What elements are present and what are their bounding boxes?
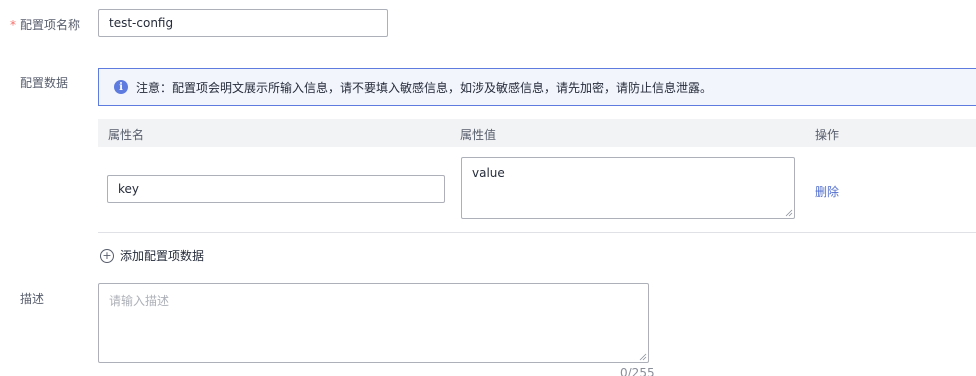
column-header-key: 属性名 <box>108 128 145 142</box>
description-label: 描述 <box>20 292 45 306</box>
add-config-data-button[interactable]: + 添加配置项数据 <box>100 247 204 264</box>
sensitive-info-notice: i 注意：配置项会明文展示所输入信息，请不要填入敏感信息，如涉及敏感信息，请先加… <box>98 68 976 106</box>
add-config-data-label: 添加配置项数据 <box>120 249 205 263</box>
config-name-input[interactable] <box>98 9 388 37</box>
notice-text: 注意：配置项会明文展示所输入信息，请不要填入敏感信息，如涉及敏感信息，请先加密，… <box>136 80 713 95</box>
attribute-value-textarea[interactable]: value <box>461 157 795 219</box>
config-name-label-text: 配置项名称 <box>20 18 81 32</box>
config-form: * 配置项名称 配置数据 i 注意：配置项会明文展示所输入信息，请不要填入敏感信息… <box>0 0 976 376</box>
plus-circle-icon: + <box>100 248 114 263</box>
column-header-value: 属性值 <box>460 128 497 142</box>
resize-grip-icon[interactable] <box>785 209 793 217</box>
config-data-table-header: 属性名 属性值 操作 <box>98 119 976 147</box>
required-mark: * <box>10 18 16 32</box>
description-textarea[interactable] <box>98 283 649 363</box>
attribute-key-input[interactable] <box>107 175 445 203</box>
info-icon: i <box>114 80 128 94</box>
delete-row-link[interactable]: 删除 <box>815 183 839 200</box>
table-row-divider <box>98 232 976 233</box>
column-header-action: 操作 <box>815 128 840 142</box>
config-data-label: 配置数据 <box>20 76 69 90</box>
config-name-label: * 配置项名称 <box>10 16 80 33</box>
resize-grip-icon[interactable] <box>639 353 647 361</box>
description-char-counter: 0/255 <box>620 366 655 376</box>
